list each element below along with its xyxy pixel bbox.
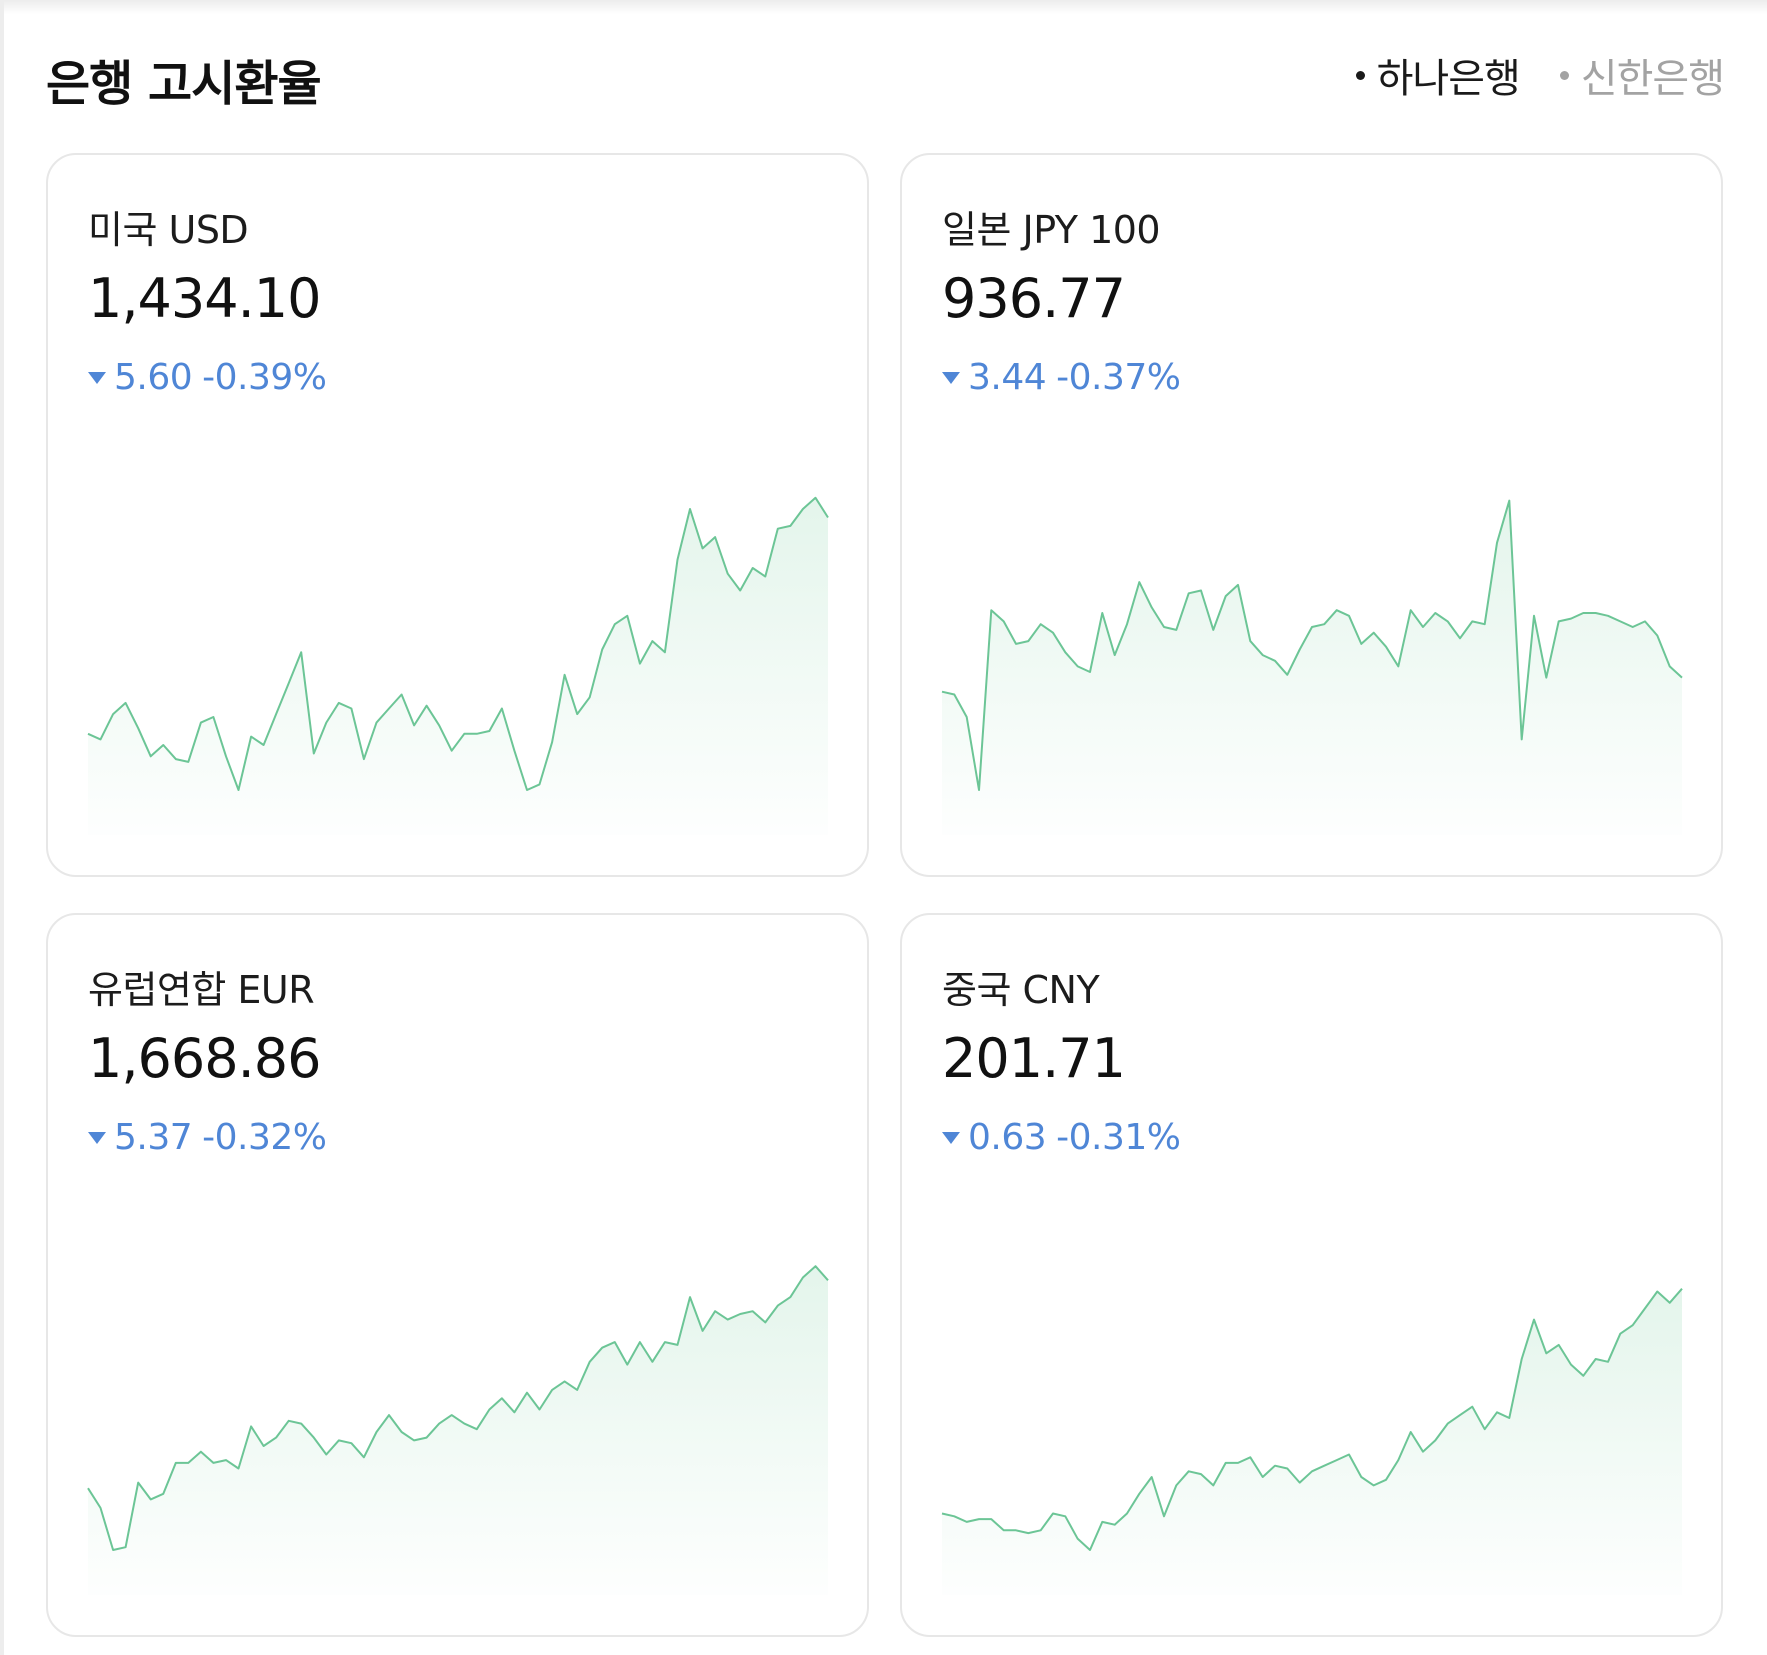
currency-name: 유럽연합 EUR (88, 968, 315, 1012)
sparkline-area (88, 497, 828, 835)
triangle-down-icon (942, 371, 960, 384)
rate-card-cny[interactable]: 중국 CNY 201.71 0.63 -0.31% (900, 913, 1723, 1637)
change-amount: 5.60 (114, 357, 193, 398)
sparkline-chart (87, 1265, 829, 1595)
change-amount: 5.37 (114, 1117, 193, 1158)
sparkline-area (88, 1266, 828, 1595)
bank-tab-label: 하나은행 (1376, 56, 1521, 102)
sparkline-chart (941, 499, 1683, 835)
sparkline-area (942, 1288, 1682, 1595)
bank-tab-hana[interactable]: 하나은행 (1355, 46, 1521, 104)
triangle-down-icon (942, 1131, 960, 1144)
header: 은행 고시환율 하나은행 신한은행 (46, 36, 1725, 116)
page-title: 은행 고시환율 (46, 56, 322, 112)
sparkline-chart (87, 496, 829, 835)
rate-change: 3.44 -0.37% (942, 357, 1181, 398)
bank-tabs: 하나은행 신한은행 (1355, 46, 1725, 104)
sparkline-chart (941, 1288, 1683, 1595)
inactive-dot-icon (1559, 70, 1569, 80)
rate-card-grid: 미국 USD 1,434.10 5.60 -0.39% 일본 JPY 100 9… (46, 153, 1725, 1637)
exchange-rate: 201.71 (942, 1027, 1126, 1090)
rate-card-jpy[interactable]: 일본 JPY 100 936.77 3.44 -0.37% (900, 153, 1723, 877)
currency-name: 미국 USD (88, 208, 249, 252)
rate-change: 5.37 -0.32% (88, 1117, 327, 1158)
rate-change: 0.63 -0.31% (942, 1117, 1181, 1158)
exchange-rate: 936.77 (942, 267, 1126, 330)
bank-tab-label: 신한은행 (1580, 56, 1725, 102)
change-percent: -0.31% (1056, 1117, 1181, 1158)
exchange-rate: 1,668.86 (88, 1027, 321, 1090)
currency-name: 중국 CNY (942, 968, 1100, 1012)
rate-card-usd[interactable]: 미국 USD 1,434.10 5.60 -0.39% (46, 153, 869, 877)
top-shadow (0, 0, 1767, 14)
change-percent: -0.32% (202, 1117, 327, 1158)
triangle-down-icon (88, 1131, 106, 1144)
bank-tab-shinhan[interactable]: 신한은행 (1559, 46, 1725, 104)
rate-card-eur[interactable]: 유럽연합 EUR 1,668.86 5.37 -0.32% (46, 913, 869, 1637)
rate-change: 5.60 -0.39% (88, 357, 327, 398)
change-amount: 0.63 (968, 1117, 1047, 1158)
triangle-down-icon (88, 371, 106, 384)
currency-name: 일본 JPY 100 (942, 208, 1161, 252)
left-edge (0, 0, 4, 1655)
change-percent: -0.37% (1056, 357, 1181, 398)
change-amount: 3.44 (968, 357, 1047, 398)
change-percent: -0.39% (202, 357, 327, 398)
exchange-rate: 1,434.10 (88, 267, 321, 330)
sparkline-area (942, 500, 1682, 835)
active-dot-icon (1355, 70, 1365, 80)
